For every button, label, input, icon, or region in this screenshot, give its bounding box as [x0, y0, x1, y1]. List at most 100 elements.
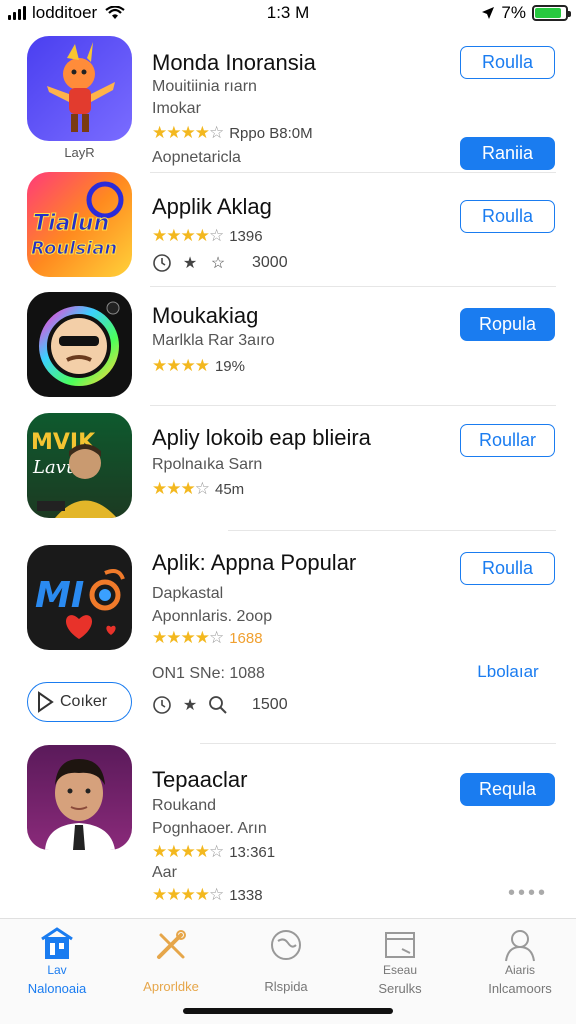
get-button[interactable]: Roulla: [460, 552, 555, 585]
app-title[interactable]: Moukakiag: [152, 303, 258, 329]
row-divider: [228, 530, 556, 531]
man-portrait-icon: [45, 759, 115, 850]
search-icon: [208, 695, 228, 715]
app-subtitle: Roukand: [152, 797, 217, 814]
cartoon-character-icon: [47, 42, 115, 132]
heart-logo-icon: MI: [35, 569, 125, 639]
home-icon: [41, 927, 73, 959]
person-portrait-icon: MVIK Lavu: [31, 430, 117, 518]
status-bar: lodditoer 1:3 M 7%: [0, 0, 576, 26]
star-rating-icon: ★★★★☆: [152, 226, 224, 245]
meta-value: 1500: [252, 696, 288, 713]
preview-button[interactable]: Coıker: [27, 682, 132, 722]
tab-home[interactable]: Lav Nalonoaia: [7, 927, 107, 996]
app-rating: ★★★☆ 45m: [152, 479, 244, 499]
app-subtitle: Dapkastal: [152, 585, 224, 602]
rating-count: 13:361: [229, 843, 276, 861]
battery-percent: 7%: [501, 3, 526, 22]
tab-library-sublabel: Eseau: [382, 963, 418, 977]
row-divider: [200, 743, 556, 744]
folder-icon: [385, 932, 415, 958]
star-rating-icon: ★★★★☆: [152, 885, 224, 904]
app-rating: ★★★★☆ Rppo B8:0M: [152, 123, 313, 143]
app-subtitle: Rpolnaıka Sarn: [152, 456, 263, 473]
get-button[interactable]: Ropula: [460, 308, 555, 341]
app-meta-icons: ★ ☆ 3000: [152, 253, 288, 273]
rating-count: 1688: [229, 629, 263, 647]
get-button[interactable]: Roulla: [460, 46, 555, 79]
tab-discover-label: Rlspida: [264, 979, 308, 994]
app-subtitle: Mouitiinia rıarn: [152, 78, 257, 95]
app-icon-caption: LayR: [64, 145, 95, 160]
tab-account-sublabel: Aiaris: [504, 963, 535, 977]
clock-icon: [152, 695, 172, 715]
rating-count: Rppo B8:0M: [229, 124, 313, 142]
star-rating-icon: ★★★★☆: [152, 628, 224, 647]
more-options-icon[interactable]: ••••: [508, 882, 548, 905]
app-subtitle: Marlkla Rar 3aıro: [152, 332, 275, 349]
battery-icon: [532, 5, 571, 21]
logo-text-icon: Tialun Roulsian: [31, 181, 124, 260]
tab-apps[interactable]: Aprorldke: [121, 927, 221, 994]
tab-library-label: Serulks: [378, 981, 422, 996]
clock-icon: [152, 253, 172, 273]
get-button[interactable]: Roullar: [460, 424, 555, 457]
wifi-icon: [105, 6, 125, 19]
tab-account[interactable]: Aiaris Inlcamoors: [470, 927, 570, 996]
svg-text:MI: MI: [35, 575, 84, 616]
more-link[interactable]: Lbolaıar: [458, 655, 558, 688]
app-title[interactable]: Aplik: Appna Popular: [152, 550, 356, 576]
star-rating-icon: ★★★★: [152, 356, 210, 375]
rating-count: 1396: [229, 227, 263, 245]
app-rating: ★★★★☆ 1688: [152, 628, 263, 648]
app-icon-2[interactable]: Tialun Roulsian: [27, 172, 132, 277]
person-icon: [505, 930, 535, 962]
rating-count: 1338: [229, 886, 263, 904]
app-category: Imokar: [152, 100, 201, 117]
app-rating: ★★★★ 19%: [152, 356, 245, 376]
rating-count: 45m: [214, 480, 245, 498]
app-title[interactable]: Applik Aklag: [152, 194, 272, 220]
app-category: Aponnlaris. 2oop: [152, 608, 273, 625]
app-icon-1[interactable]: [27, 36, 132, 141]
star-icon: ★: [182, 255, 198, 272]
app-icon-6[interactable]: [27, 745, 132, 850]
star-rating-icon: ★★★★☆: [152, 842, 224, 861]
app-icon-3[interactable]: [27, 292, 132, 397]
tab-apps-label: Aprorldke: [143, 979, 199, 994]
get-button[interactable]: Requla: [460, 773, 555, 806]
tab-account-label: Inlcamoors: [488, 981, 552, 996]
app-title[interactable]: Apliy lokoib eap blieira: [152, 425, 371, 451]
install-button[interactable]: Raniia: [460, 137, 555, 170]
rating-count: 19%: [214, 357, 245, 375]
svg-text:Tialun: Tialun: [33, 211, 109, 236]
app-rating: ★★★★☆ 13:361: [152, 842, 275, 862]
emoji-face-icon: [39, 301, 120, 386]
app-icon-5[interactable]: MI: [27, 545, 132, 650]
app-size: ON1 SNe: 1088: [152, 665, 265, 682]
row-divider: [150, 405, 556, 406]
get-button[interactable]: Roulla: [460, 200, 555, 233]
row-divider: [150, 286, 556, 287]
app-developer: Aopnetaricla: [152, 149, 241, 166]
tab-home-label: Nalonoaia: [27, 981, 87, 996]
app-icon-4[interactable]: MVIK Lavu: [27, 413, 132, 518]
app-developer: Aar: [152, 864, 177, 881]
star-outline-icon: ☆: [210, 255, 226, 272]
home-indicator[interactable]: [183, 1008, 393, 1014]
svg-text:Roulsian: Roulsian: [31, 238, 117, 259]
app-title[interactable]: Monda Inoransia: [152, 50, 316, 76]
globe-icon: [271, 930, 301, 960]
tab-home-sublabel: Lav: [47, 963, 67, 977]
star-icon: ★: [182, 697, 198, 714]
app-title[interactable]: Tepaaclar: [152, 767, 247, 793]
app-rating: ★★★★☆ 1396: [152, 226, 263, 246]
tab-discover[interactable]: Rlspida: [236, 927, 336, 994]
play-icon: [38, 691, 54, 713]
tab-library[interactable]: Eseau Serulks: [350, 927, 450, 996]
app-category: Pognhaoer. Arın: [152, 820, 267, 837]
preview-label: Coıker: [60, 693, 108, 710]
location-arrow-icon: [482, 7, 495, 19]
app-meta-icons: ★ 1500: [152, 695, 288, 715]
signal-icon: [8, 6, 26, 20]
